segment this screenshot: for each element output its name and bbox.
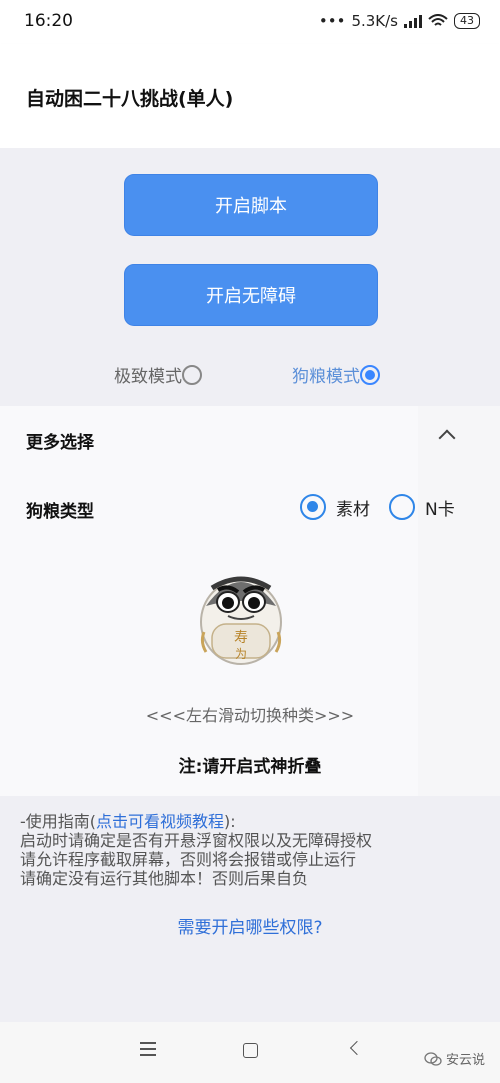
wifi-icon xyxy=(428,14,448,26)
start-script-button[interactable]: 开启脚本 xyxy=(124,174,378,236)
more-dots-icon: ••• xyxy=(318,12,346,30)
fodder-type-label: 狗粮类型 xyxy=(26,502,94,522)
option-ncard-radio[interactable] xyxy=(389,494,415,520)
video-tutorial-link[interactable]: 点击可看视频教程 xyxy=(96,812,224,831)
guide-line-3: 请确定没有运行其他脚本！否则后果自负 xyxy=(20,869,309,888)
signal-icon xyxy=(404,15,422,28)
guide-header: -使用指南(点击可看视频教程): xyxy=(20,812,236,831)
watermark: 安云说 xyxy=(424,1049,485,1068)
note-text: 注:请开启式神折叠 xyxy=(178,757,322,777)
mode-extreme[interactable]: 极致模式 xyxy=(114,362,202,387)
battery-icon: 43 xyxy=(454,13,480,29)
menu-icon[interactable] xyxy=(140,1042,156,1056)
option-ncard-label: N卡 xyxy=(425,499,455,520)
guide-line-2: 请允许程序截取屏幕，否则将会报错或停止运行 xyxy=(20,850,357,869)
option-material-label: 素材 xyxy=(336,499,370,520)
home-icon[interactable] xyxy=(243,1043,258,1058)
mode-extreme-radio[interactable] xyxy=(182,364,202,385)
mode-fodder[interactable]: 狗粮模式 xyxy=(292,362,380,387)
svg-text:为: 为 xyxy=(235,647,247,661)
status-time: 16:20 xyxy=(24,11,73,31)
status-indicators: ••• 5.3K/s 43 xyxy=(319,12,480,30)
svg-text:寿: 寿 xyxy=(234,629,248,646)
option-material[interactable]: 素材 xyxy=(300,494,370,520)
page-title: 自动困二十八挑战(单人) xyxy=(26,88,234,110)
more-options-title[interactable]: 更多选择 xyxy=(26,428,94,453)
usage-guide: -使用指南(点击可看视频教程): 启动时请确定是否有开悬浮窗权限以及无障碍授权 … xyxy=(20,812,372,888)
swipe-hint: <<<左右滑动切换种类>>> xyxy=(145,706,355,725)
option-material-radio[interactable] xyxy=(300,494,326,520)
status-bar: 16:20 ••• 5.3K/s 43 xyxy=(0,0,500,44)
mode-extreme-label: 极致模式 xyxy=(114,367,182,387)
start-accessibility-button[interactable]: 开启无障碍 xyxy=(124,264,378,326)
permissions-link[interactable]: 需要开启哪些权限? xyxy=(0,913,500,938)
watermark-text: 安云说 xyxy=(446,1053,486,1068)
app-bar: 自动困二十八挑战(单人) xyxy=(0,44,500,148)
mode-fodder-radio[interactable] xyxy=(360,364,380,385)
network-speed: 5.3K/s xyxy=(351,12,398,30)
daruma-image[interactable]: 寿 为 xyxy=(198,562,284,666)
guide-line-1: 启动时请确定是否有开悬浮窗权限以及无障碍授权 xyxy=(20,831,373,850)
mode-fodder-label: 狗粮模式 xyxy=(292,367,360,387)
option-ncard[interactable]: N卡 xyxy=(389,494,455,520)
wechat-icon xyxy=(424,1051,442,1066)
